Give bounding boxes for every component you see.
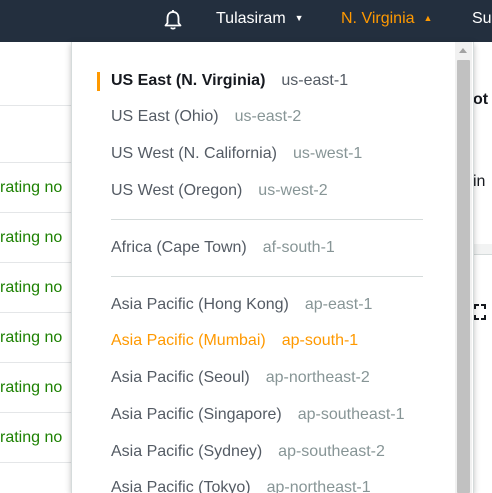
status-cell: rating no: [0, 229, 63, 246]
region-option-code: us-east-2: [234, 108, 302, 125]
row-divider: [0, 262, 72, 263]
group-divider: [111, 219, 423, 220]
region-option-name: Asia Pacific (Singapore): [111, 406, 282, 423]
region-option-name: Asia Pacific (Sydney): [111, 443, 263, 460]
scrollbar-thumb[interactable]: [457, 60, 470, 493]
region-option-name: US East (Ohio): [111, 108, 219, 125]
region-option-name: US West (N. California): [111, 145, 277, 162]
region-option-code: ap-south-1: [281, 332, 359, 349]
region-option-ap-southeast-1[interactable]: Asia Pacific (Singapore) ap-southeast-1: [111, 406, 404, 428]
group-divider: [111, 276, 423, 277]
account-name: Tulasiram: [216, 10, 286, 27]
expand-icon[interactable]: [474, 304, 486, 320]
region-option-us-west-2[interactable]: US West (Oregon) us-west-2: [111, 182, 328, 204]
region-option-code: ap-east-1: [304, 296, 373, 313]
region-option-name: Asia Pacific (Seoul): [111, 369, 250, 386]
row-divider: [0, 105, 72, 106]
panel-band: [473, 244, 492, 254]
account-menu[interactable]: Tulasiram ▼: [216, 10, 304, 28]
row-divider: [0, 212, 72, 213]
row-divider: [0, 162, 72, 163]
panel-text: in: [473, 173, 486, 190]
region-option-ap-northeast-1[interactable]: Asia Pacific (Tokyo) ap-northeast-1: [111, 479, 371, 493]
background-table-left: rating no rating no rating no rating no …: [0, 42, 72, 493]
selected-indicator: [97, 72, 100, 91]
region-option-ap-northeast-2[interactable]: Asia Pacific (Seoul) ap-northeast-2: [111, 369, 370, 391]
region-option-code: ap-southeast-2: [278, 443, 385, 460]
status-cell: rating no: [0, 179, 63, 196]
scroll-up-arrow-icon[interactable]: [459, 48, 467, 53]
region-option-us-west-1[interactable]: US West (N. California) us-west-1: [111, 145, 362, 167]
region-menu[interactable]: N. Virginia ▲: [341, 10, 432, 28]
region-option-code: ap-southeast-1: [297, 406, 405, 423]
region-option-af-south-1[interactable]: Africa (Cape Town) af-south-1: [111, 239, 335, 261]
support-menu[interactable]: Su: [472, 10, 492, 28]
status-cell: rating no: [0, 329, 63, 346]
caret-down-icon: ▼: [294, 13, 304, 23]
row-divider: [0, 462, 72, 463]
region-option-name: Asia Pacific (Tokyo): [111, 479, 251, 493]
region-option-code: us-west-2: [258, 182, 328, 199]
dropdown-scrollbar[interactable]: [455, 42, 472, 493]
region-option-name: Africa (Cape Town): [111, 239, 247, 256]
region-dropdown: US East (N. Virginia) us-east-1 US East (…: [71, 42, 474, 493]
row-divider: [0, 412, 72, 413]
region-option-us-east-1[interactable]: US East (N. Virginia) us-east-1: [111, 72, 348, 94]
region-option-us-east-2[interactable]: US East (Ohio) us-east-2: [111, 108, 301, 130]
region-option-ap-southeast-2[interactable]: Asia Pacific (Sydney) ap-southeast-2: [111, 443, 385, 465]
region-option-code: ap-northeast-2: [265, 369, 370, 386]
region-option-ap-south-1[interactable]: Asia Pacific (Mumbai) ap-south-1: [111, 332, 358, 354]
caret-up-icon: ▲: [423, 13, 433, 23]
region-option-name: Asia Pacific (Hong Kong): [111, 296, 289, 313]
row-divider: [0, 362, 72, 363]
background-panel-right: ot in: [473, 42, 492, 493]
region-option-ap-east-1[interactable]: Asia Pacific (Hong Kong) ap-east-1: [111, 296, 372, 318]
status-cell: rating no: [0, 379, 63, 396]
region-option-code: us-east-1: [281, 72, 349, 89]
status-cell: rating no: [0, 279, 63, 296]
row-divider: [0, 312, 72, 313]
bell-icon[interactable]: [162, 9, 184, 31]
region-option-code: ap-northeast-1: [266, 479, 371, 493]
panel-divider: [473, 254, 492, 255]
region-option-code: af-south-1: [262, 239, 335, 256]
region-option-code: us-west-1: [292, 145, 363, 162]
status-cell: rating no: [0, 429, 63, 446]
panel-heading: ot: [473, 91, 489, 108]
region-option-name: US East (N. Virginia): [111, 72, 266, 89]
region-option-name: US West (Oregon): [111, 182, 243, 199]
top-navigation-bar: Tulasiram ▼ N. Virginia ▲ Su: [0, 0, 492, 42]
region-name: N. Virginia: [341, 10, 415, 27]
region-option-name: Asia Pacific (Mumbai): [111, 332, 266, 349]
